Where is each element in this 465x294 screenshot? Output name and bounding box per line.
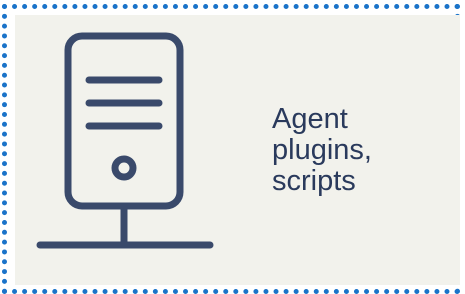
server-power-button xyxy=(111,155,137,181)
node-label: Agent plugins, scripts xyxy=(272,103,372,197)
